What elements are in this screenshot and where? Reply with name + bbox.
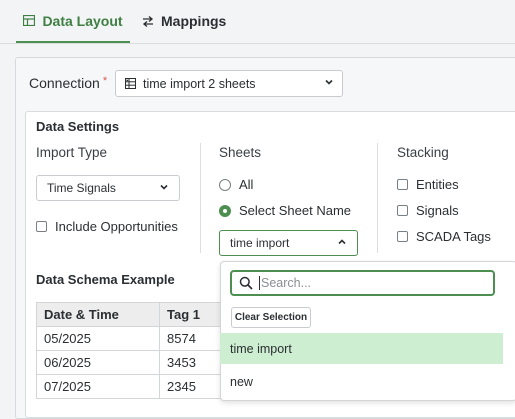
checkbox-box[interactable]	[397, 179, 408, 190]
radio-button[interactable]	[219, 178, 231, 191]
stacking-entities-label: Entities	[416, 177, 459, 192]
sheets-heading: Sheets	[219, 145, 262, 160]
import-type-select[interactable]: Time Signals	[36, 175, 180, 201]
connection-label-text: Connection	[29, 75, 100, 91]
table-cell: 07/2025	[36, 374, 160, 399]
tab-mappings[interactable]: Mappings	[142, 0, 232, 42]
checkbox-box[interactable]	[397, 231, 408, 242]
search-placeholder: Search...	[259, 276, 312, 290]
connection-value: time import 2 sheets	[143, 76, 256, 91]
search-icon	[239, 276, 253, 290]
swap-icon	[142, 15, 154, 27]
import-type-heading: Import Type	[36, 145, 108, 160]
chevron-up-icon	[338, 239, 346, 245]
dropdown-option-time-import[interactable]: time import	[220, 333, 503, 364]
sheets-radio-all[interactable]: All	[219, 177, 253, 192]
stacking-heading: Stacking	[397, 145, 449, 160]
stacking-scada-tags-checkbox[interactable]: SCADA Tags	[397, 229, 491, 244]
tab-mappings-label: Mappings	[161, 13, 227, 29]
column-divider	[377, 143, 378, 253]
connection-select[interactable]: time import 2 sheets	[115, 70, 343, 97]
dropdown-option-new[interactable]: new	[220, 366, 503, 397]
required-mark: *	[102, 75, 108, 87]
data-settings-title: Data Settings	[36, 119, 120, 134]
excel-icon	[125, 78, 136, 89]
sheets-radio-select-name-label: Select Sheet Name	[239, 203, 352, 218]
radio-button[interactable]	[219, 204, 231, 217]
table-cell: 06/2025	[36, 350, 160, 375]
stacking-signals-label: Signals	[416, 203, 459, 218]
sheets-radio-all-label: All	[239, 177, 254, 192]
stacking-entities-checkbox[interactable]: Entities	[397, 177, 459, 192]
tab-bar: Data Layout Mappings	[0, 0, 515, 44]
table-icon	[23, 15, 36, 26]
include-opportunities-label: Include Opportunities	[55, 219, 178, 234]
include-opportunities-checkbox[interactable]: Include Opportunities	[36, 219, 178, 234]
sheet-name-value: time import	[230, 236, 290, 250]
checkbox-box[interactable]	[397, 205, 408, 216]
column-header: Date & Time	[36, 302, 160, 327]
sheet-name-select[interactable]: time import	[219, 230, 358, 256]
clear-selection-button[interactable]: Clear Selection	[231, 307, 311, 328]
dropdown-search-input[interactable]: Search...	[230, 270, 495, 296]
chevron-down-icon	[325, 79, 333, 85]
tab-data-layout-label: Data Layout	[42, 12, 123, 29]
tab-data-layout[interactable]: Data Layout	[16, 0, 130, 43]
column-divider	[200, 143, 201, 253]
connection-label: Connection *	[29, 75, 107, 91]
sheets-radio-select-name[interactable]: Select Sheet Name	[219, 203, 351, 218]
schema-title: Data Schema Example	[36, 272, 175, 287]
stacking-scada-tags-label: SCADA Tags	[416, 229, 491, 244]
checkbox-box[interactable]	[36, 221, 47, 232]
chevron-down-icon	[160, 184, 168, 190]
stacking-signals-checkbox[interactable]: Signals	[397, 203, 459, 218]
table-cell: 05/2025	[36, 326, 160, 351]
import-type-value: Time Signals	[47, 181, 116, 195]
